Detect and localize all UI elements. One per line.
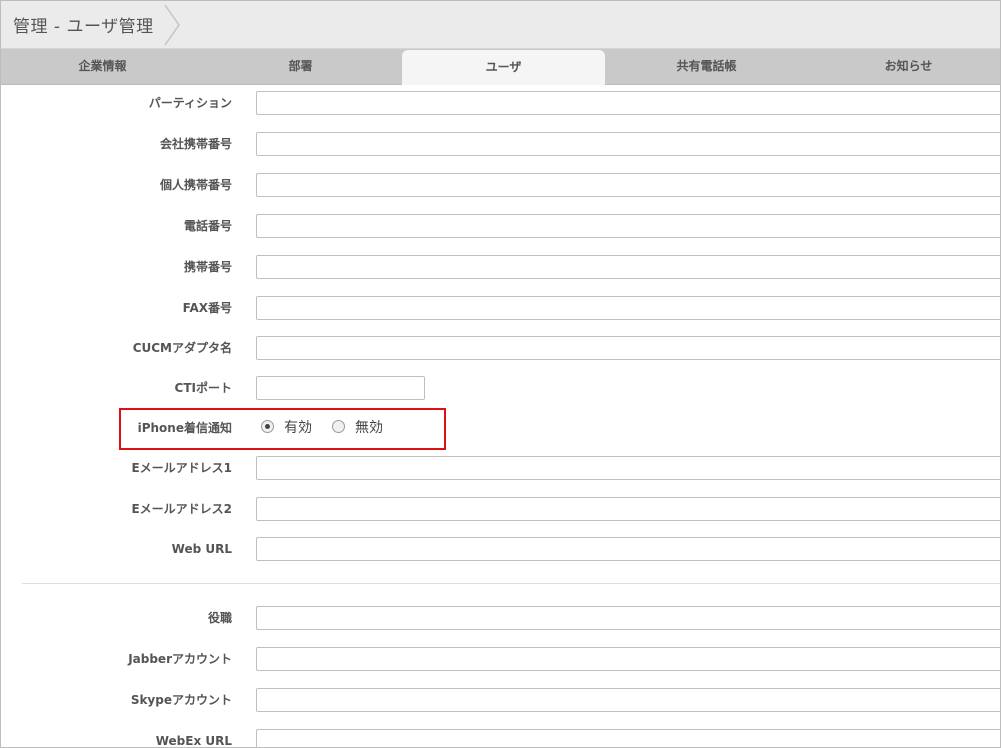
form-row-email1: Eメールアドレス1: [1, 456, 1000, 480]
radio-unchecked-icon[interactable]: [332, 420, 345, 433]
web-url-input[interactable]: [256, 537, 1000, 561]
form-row-cucm-adapter: CUCMアダプタ名: [1, 336, 1000, 360]
partition-label: パーティション: [148, 96, 232, 110]
user-form: パーティション 会社携帯番号 個人携帯番号 電話番号 携帯番号 FAX番号 CU…: [1, 85, 1000, 748]
iphone-notify-disabled-option[interactable]: 無効: [332, 416, 383, 440]
tab-company-info[interactable]: 企業情報: [1, 49, 204, 84]
page-title: 管理 - ユーザ管理: [13, 17, 154, 37]
company-mobile-input[interactable]: [256, 132, 1000, 156]
company-mobile-label: 会社携帯番号: [159, 137, 232, 151]
webex-label: WebEx URL: [155, 734, 232, 748]
form-row-partition: パーティション: [1, 91, 1000, 115]
partition-input[interactable]: [256, 91, 1000, 115]
cucm-adapter-label: CUCMアダプタ名: [132, 341, 232, 355]
form-row-web-url: Web URL: [1, 537, 1000, 561]
mobile-label: 携帯番号: [183, 260, 232, 274]
tab-department[interactable]: 部署: [199, 49, 402, 84]
phone-label: 電話番号: [183, 219, 232, 233]
email1-label: Eメールアドレス1: [131, 461, 232, 475]
iphone-notify-radio-group: 有効 無効: [261, 416, 403, 440]
section-divider: [22, 583, 1000, 584]
iphone-notify-label: iPhone着信通知: [137, 421, 232, 435]
app-frame: 管理 - ユーザ管理 企業情報 部署 ユーザ 共有電話帳 お知らせ パーティショ…: [0, 0, 1001, 748]
disabled-option-label: 無効: [355, 420, 383, 436]
cti-port-label: CTIポート: [174, 381, 232, 395]
fax-label: FAX番号: [182, 301, 232, 315]
phone-input[interactable]: [256, 214, 1000, 238]
form-row-cti-port: CTIポート: [1, 376, 1000, 400]
tab-bar: 企業情報 部署 ユーザ 共有電話帳 お知らせ: [1, 49, 1000, 85]
form-row-personal-mobile: 個人携帯番号: [1, 173, 1000, 197]
tab-shared-phonebook[interactable]: 共有電話帳: [605, 49, 808, 84]
webex-input[interactable]: [256, 729, 1000, 747]
form-row-jabber: Jabberアカウント: [1, 647, 1000, 671]
tab-user[interactable]: ユーザ: [402, 50, 605, 85]
web-url-label: Web URL: [171, 542, 232, 556]
form-row-position: 役職: [1, 606, 1000, 630]
tab-notices[interactable]: お知らせ: [807, 49, 1000, 84]
form-row-email2: Eメールアドレス2: [1, 497, 1000, 521]
form-row-company-mobile: 会社携帯番号: [1, 132, 1000, 156]
skype-label: Skypeアカウント: [130, 693, 232, 707]
position-input[interactable]: [256, 606, 1000, 630]
iphone-notify-enabled-option[interactable]: 有効: [261, 416, 312, 440]
title-bar: 管理 - ユーザ管理: [1, 1, 1000, 49]
form-row-mobile: 携帯番号: [1, 255, 1000, 279]
mobile-input[interactable]: [256, 255, 1000, 279]
jabber-input[interactable]: [256, 647, 1000, 671]
breadcrumb-chevron-icon: [164, 4, 180, 46]
position-label: 役職: [207, 611, 232, 625]
form-row-skype: Skypeアカウント: [1, 688, 1000, 712]
email2-input[interactable]: [256, 497, 1000, 521]
personal-mobile-input[interactable]: [256, 173, 1000, 197]
radio-checked-icon[interactable]: [261, 420, 274, 433]
email1-input[interactable]: [256, 456, 1000, 480]
form-row-fax: FAX番号: [1, 296, 1000, 320]
jabber-label: Jabberアカウント: [128, 652, 232, 666]
cti-port-input[interactable]: [256, 376, 425, 400]
form-row-phone: 電話番号: [1, 214, 1000, 238]
form-row-webex: WebEx URL: [1, 729, 1000, 748]
form-row-iphone-notify: iPhone着信通知 有効 無効: [1, 416, 1000, 440]
cucm-adapter-input[interactable]: [256, 336, 1000, 360]
personal-mobile-label: 個人携帯番号: [159, 178, 232, 192]
skype-input[interactable]: [256, 688, 1000, 712]
email2-label: Eメールアドレス2: [131, 502, 232, 516]
fax-input[interactable]: [256, 296, 1000, 320]
enabled-option-label: 有効: [284, 420, 312, 436]
